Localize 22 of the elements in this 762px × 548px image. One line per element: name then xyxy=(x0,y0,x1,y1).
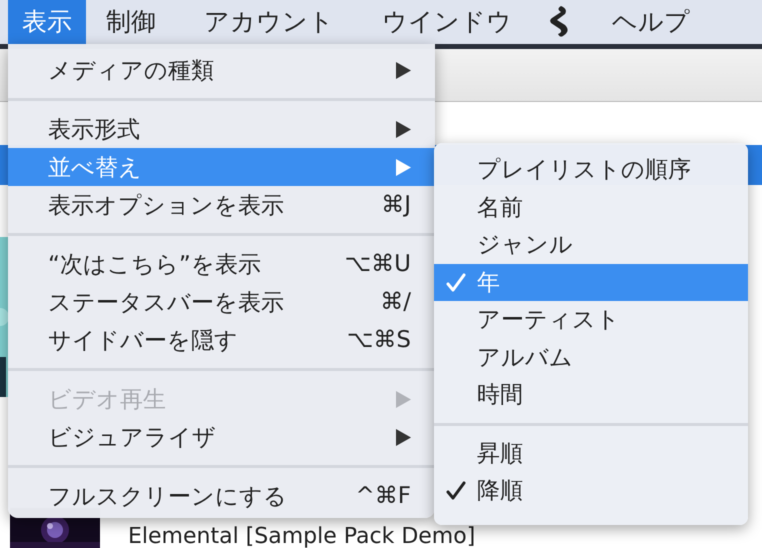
menu-item[interactable]: メディアの種類 xyxy=(8,51,435,89)
menu-item[interactable]: 名前 xyxy=(434,188,748,226)
menu-item[interactable]: ステータスバーを表示 ⌘/ xyxy=(8,283,435,321)
menu-item[interactable]: アーティスト xyxy=(434,301,748,338)
menu-bar-item[interactable]: アカウント xyxy=(190,0,348,44)
menu-item[interactable]: 表示形式 xyxy=(8,110,435,148)
menu-item[interactable]: 表示オプションを表示 ⌘J xyxy=(8,186,435,224)
menu-bar-item[interactable]: 表示 xyxy=(8,0,86,44)
menu-item[interactable]: フルスクリーンにする ^⌘F xyxy=(8,477,435,515)
menu-item[interactable]: ビジュアライザ xyxy=(8,418,435,456)
menu-bar-item[interactable]: ヘルプ xyxy=(598,0,704,44)
menu-item[interactable]: “次はこちら”を表示 ⌥⌘U xyxy=(8,245,435,283)
track-title: Elemental [Sample Pack Demo] xyxy=(128,525,476,548)
menu-item[interactable]: プレイリストの順序 xyxy=(434,151,748,188)
menu-bar-item[interactable]: 制御 xyxy=(92,0,170,44)
menu-bar-item[interactable]: ウインドウ xyxy=(368,0,526,44)
menu-item[interactable]: アルバム xyxy=(434,338,748,376)
menu-item[interactable]: ジャンル xyxy=(434,226,748,264)
menu-item[interactable]: 時間 xyxy=(434,376,748,414)
menu-item[interactable]: 昇順 xyxy=(434,434,748,472)
menu-item[interactable]: 降順 xyxy=(434,472,748,510)
menu-item[interactable]: サイドバーを隠す ⌥⌘S xyxy=(8,321,435,359)
